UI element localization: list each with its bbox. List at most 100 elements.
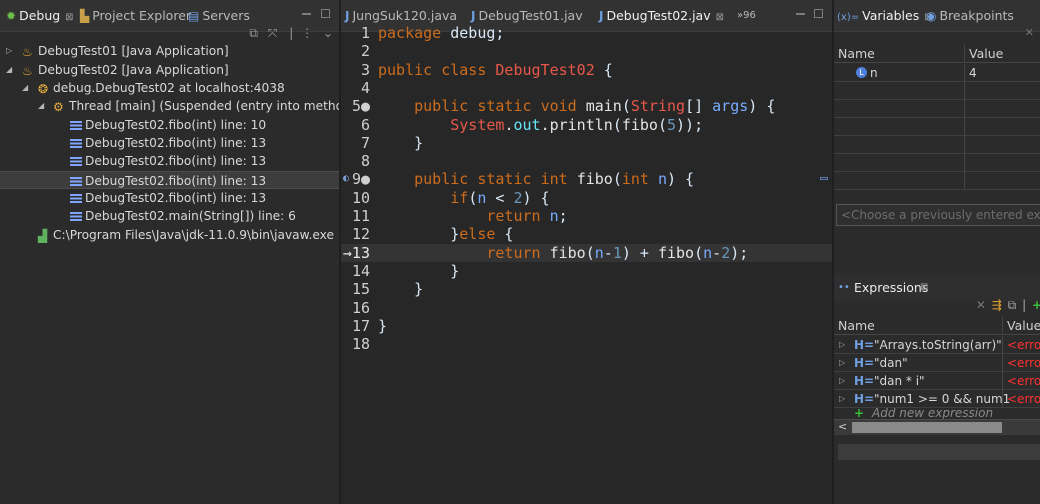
line-number: 7 xyxy=(360,133,370,152)
variables-header: Name Value xyxy=(834,45,1040,63)
line-number: 8 xyxy=(360,152,370,171)
expression-value: <erro xyxy=(1002,354,1040,371)
expand-icon[interactable]: ▷ xyxy=(839,390,845,408)
expression-row[interactable]: ▷ H= "num1 >= 0 && num1 <erro xyxy=(834,390,1040,408)
code-line: 6 System.out.println(fibo(5)); xyxy=(341,116,832,134)
layout-icon[interactable]: ⋮ xyxy=(301,26,313,40)
remove-expression-icon[interactable]: ✕ xyxy=(976,298,986,312)
tab-label: JungSuk120.java xyxy=(352,8,458,23)
line-number: →13 xyxy=(342,243,370,262)
code-text: package debug; xyxy=(378,24,505,42)
variable-name: n xyxy=(870,66,878,80)
stack-frame-row[interactable]: DebugTest02.fibo(int) line: 10 xyxy=(0,116,339,134)
expression-row[interactable]: ▷ H= "dan" <erro xyxy=(834,354,1040,372)
variable-row[interactable]: L n 4 xyxy=(834,64,1040,82)
code-line: 17} xyxy=(341,317,832,335)
editor-view: J JungSuk120.java J DebugTest01.jav J Debug… xyxy=(341,0,832,504)
code-line: 14 } xyxy=(341,262,832,280)
minimize-icon[interactable] xyxy=(796,13,805,15)
java-app-icon: ♨ xyxy=(22,45,33,59)
expand-icon[interactable]: ▷ xyxy=(6,42,12,60)
line-number: 3 xyxy=(360,60,370,79)
expressions-icon: •• xyxy=(838,282,850,293)
tree-item-debugtest02[interactable]: ◢ ♨ DebugTest02 [Java Application] xyxy=(0,61,339,79)
horizontal-scrollbar[interactable]: < xyxy=(834,419,1040,435)
overview-ruler-marker[interactable] xyxy=(820,177,828,180)
servers-icon: ▤ xyxy=(188,9,200,23)
tree-item-process[interactable]: ▟ C:\Program Files\Java\jdk-11.0.9\bin\j… xyxy=(0,226,339,244)
code-text: return fibo(n-1) + fibo(n-2); xyxy=(486,243,749,262)
stack-frame-row[interactable]: DebugTest02.main(String[]) line: 6 xyxy=(0,207,339,225)
stack-frame-row-selected[interactable]: DebugTest02.fibo(int) line: 13 xyxy=(0,171,339,189)
empty-row xyxy=(834,154,1040,172)
tab-expressions[interactable]: Expressions xyxy=(854,275,928,301)
code-line: 2 xyxy=(341,42,832,60)
empty-row xyxy=(834,100,1040,118)
tab-servers[interactable]: ▤ Servers xyxy=(188,0,250,32)
line-number: 5● xyxy=(351,97,370,116)
stack-frame-label: DebugTest02.fibo(int) line: 10 xyxy=(85,118,267,132)
expression-name: "num1 >= 0 && num1 xyxy=(874,392,1011,406)
code-text: } xyxy=(378,133,424,152)
details-expression-combo[interactable]: <Choose a previously entered express xyxy=(836,204,1040,226)
expression-name: "Arrays.toString(arr)" xyxy=(874,338,1002,352)
empty-row xyxy=(834,118,1040,136)
watch-expression-icon: H= xyxy=(854,338,875,352)
close-icon[interactable]: ⊠ xyxy=(65,12,73,23)
expression-details-pane[interactable] xyxy=(838,444,1040,460)
remove-terminated-icon[interactable]: ⤧ xyxy=(268,26,278,40)
tab-debug[interactable]: ✹ Debug ⊠ xyxy=(6,0,74,32)
maximize-icon[interactable] xyxy=(814,9,823,18)
expand-icon[interactable]: ▷ xyxy=(839,372,845,390)
close-icon[interactable]: ⊠ xyxy=(920,275,928,301)
code-line: 10 if(n < 2) { xyxy=(341,189,832,207)
column-header-value: Value xyxy=(964,45,1003,62)
line-number: 6 xyxy=(360,115,370,134)
code-text: }else { xyxy=(378,225,514,244)
line-number: 2 xyxy=(360,42,370,61)
collapse-icon[interactable]: ◢ xyxy=(22,79,28,97)
expand-icon[interactable]: ▷ xyxy=(839,354,845,372)
line-number: 1 xyxy=(360,24,370,42)
expression-name: "dan * i" xyxy=(874,374,925,388)
expression-row[interactable]: ▷ H= "Arrays.toString(arr)" <erro xyxy=(834,336,1040,354)
tab-variables[interactable]: (x)= Variables ⊠ xyxy=(837,0,933,32)
watch-expression-icon: H= xyxy=(854,356,875,370)
variables-icon: (x)= xyxy=(837,12,860,23)
expand-icon[interactable]: ▷ xyxy=(839,336,845,354)
stack-frame-row[interactable]: DebugTest02.fibo(int) line: 13 xyxy=(0,152,339,170)
minimize-icon[interactable] xyxy=(302,13,311,15)
tab-label: DebugTest01.jav xyxy=(478,8,583,23)
collapse-all-icon[interactable]: ⧉ xyxy=(249,26,258,40)
tab-breakpoints[interactable]: ◉ Breakpoints xyxy=(926,0,1014,32)
variables-expressions-area: (x)= Variables ⊠ ◉ Breakpoints ✕ Name Value… xyxy=(834,0,1040,504)
bug-icon: ✹ xyxy=(6,9,17,23)
code-text: public static void main(String[] args) { xyxy=(414,97,776,116)
collapse-all-icon[interactable]: ⇶ xyxy=(992,298,1002,312)
toolbar-separator: | xyxy=(1022,298,1027,312)
view-menu-icon[interactable]: ⌄ xyxy=(323,26,333,40)
tree-item-thread-main[interactable]: ◢ ⚙ Thread [main] (Suspended (entry into… xyxy=(0,97,339,115)
show-logical-icon[interactable]: ⧉ xyxy=(1008,298,1017,312)
collapse-icon[interactable]: ◢ xyxy=(38,97,44,115)
view-menu-separator: | xyxy=(289,26,294,40)
collapse-icon[interactable]: ◢ xyxy=(6,61,12,79)
stack-frame-label: DebugTest02.fibo(int) line: 13 xyxy=(85,154,267,168)
stack-frame-row[interactable]: DebugTest02.fibo(int) line: 13 xyxy=(0,134,339,152)
empty-row xyxy=(834,136,1040,154)
line-number: 4 xyxy=(360,78,370,97)
tree-item-debugtest01[interactable]: ▷ ♨ DebugTest01 [Java Application] xyxy=(0,42,339,60)
remove-variables-icon[interactable]: ✕ xyxy=(1025,26,1034,39)
vm-icon: ❂ xyxy=(38,82,49,96)
scrollbar-thumb[interactable] xyxy=(852,422,1002,433)
expression-row[interactable]: ▷ H= "dan * i" <erro xyxy=(834,372,1040,390)
maximize-icon[interactable] xyxy=(321,9,330,18)
debug-view: ✹ Debug ⊠ ▙ Project Explorer ▤ Servers ⧉ ⤧ |… xyxy=(0,0,339,504)
add-expression-icon[interactable]: + xyxy=(1032,298,1040,312)
tab-project-explorer[interactable]: ▙ Project Explorer xyxy=(80,0,191,32)
expression-name: "dan" xyxy=(874,356,908,370)
close-icon[interactable]: ⊠ xyxy=(716,12,724,23)
tree-item-vm[interactable]: ◢ ❂ debug.DebugTest02 at localhost:4038 xyxy=(0,79,339,97)
stack-frame-row[interactable]: DebugTest02.fibo(int) line: 13 xyxy=(0,189,339,207)
scroll-left-arrow[interactable]: < xyxy=(838,420,847,433)
